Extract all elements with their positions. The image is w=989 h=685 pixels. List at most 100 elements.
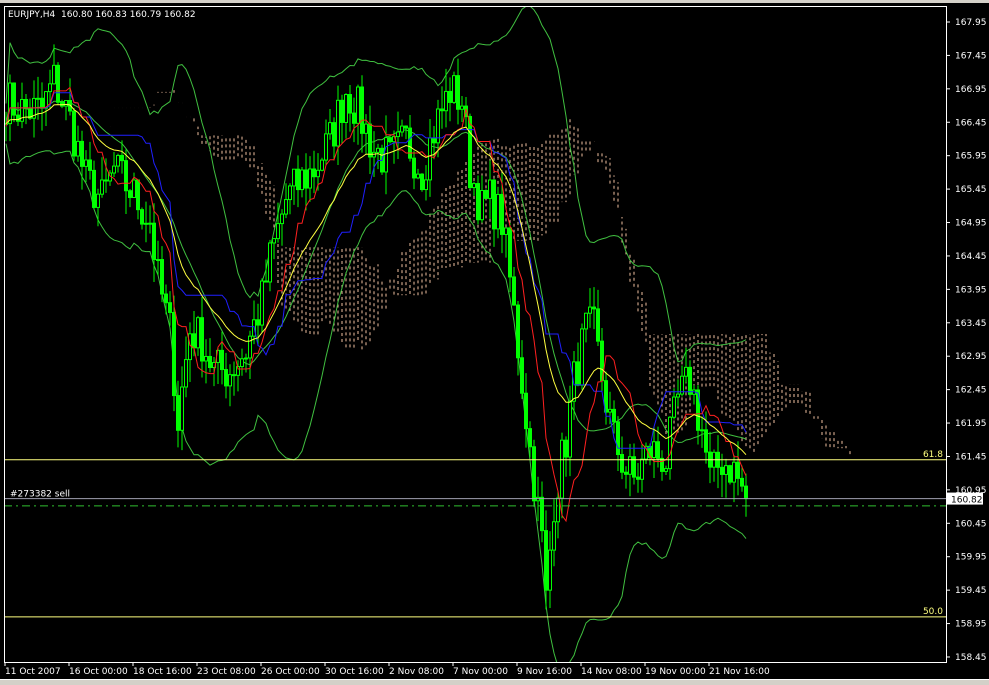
candle-body	[300, 169, 304, 191]
candle-body	[508, 227, 512, 278]
candle-body	[336, 99, 340, 147]
candle-body	[224, 369, 228, 387]
candle-body	[248, 335, 252, 359]
candle-body	[340, 99, 344, 123]
candle-body	[688, 366, 692, 395]
candle-body	[192, 333, 196, 349]
candle-body	[388, 137, 392, 143]
time-tick-label: 23 Oct 08:00	[197, 667, 256, 677]
candle-body	[328, 122, 332, 135]
candle-body	[616, 421, 620, 456]
candle-body	[412, 157, 416, 179]
candle-body	[16, 114, 20, 122]
time-tick-label: 19 Nov 00:00	[645, 667, 706, 677]
candle-body	[516, 304, 520, 359]
candle-body	[564, 439, 568, 458]
candle-body	[120, 154, 124, 162]
price-tick-label: 163.45	[955, 319, 987, 329]
candle-body	[452, 75, 456, 103]
candle-body	[296, 168, 300, 191]
candle-body	[476, 183, 480, 221]
price-tick-label: 166.95	[955, 85, 987, 95]
candle-body	[440, 108, 444, 112]
time-tick-label: 9 Nov 16:00	[517, 667, 572, 677]
candle-body	[76, 140, 80, 157]
candle-body	[740, 477, 744, 487]
fibo-50.0-label: 50.0	[923, 607, 943, 617]
candle-body	[92, 169, 96, 208]
candle-body	[64, 100, 68, 107]
candle-body	[72, 110, 76, 157]
candle-body	[460, 105, 464, 110]
candle-body	[88, 159, 92, 171]
price-tick-label: 162.95	[955, 352, 987, 362]
candle-body	[544, 530, 548, 591]
price-tick-label: 159.45	[955, 586, 987, 596]
candle-body	[208, 355, 212, 369]
candle-body	[304, 169, 308, 189]
candle-body	[116, 154, 120, 167]
candle-body	[168, 302, 172, 313]
candle-body	[700, 429, 704, 432]
candle-body	[540, 496, 544, 532]
candle-body	[352, 112, 356, 124]
candle-body	[676, 393, 680, 398]
candle-body	[112, 165, 116, 174]
candle-body	[404, 125, 408, 129]
candle-body	[232, 374, 236, 377]
candle-body	[480, 189, 484, 221]
candle-body	[576, 361, 580, 386]
candle-body	[140, 209, 144, 225]
price-chart[interactable]: 61.8 50.0 #273382 sell 167.95 167.45 166.95 16…	[0, 0, 989, 684]
candle-body	[428, 137, 432, 181]
bollinger-lower-line	[5, 143, 747, 662]
candle-body	[672, 396, 676, 418]
candle-body	[272, 238, 276, 244]
price-tick-label: 164.95	[955, 219, 987, 229]
candle-body	[420, 173, 424, 191]
candle-body	[596, 308, 600, 342]
candle-body	[36, 97, 40, 100]
fibo-61.8-label: 61.8	[923, 450, 943, 460]
candle-body	[568, 400, 572, 458]
candle-body	[720, 466, 724, 475]
candle-body	[660, 457, 664, 472]
candle-body	[684, 366, 688, 377]
candle-body	[104, 179, 108, 182]
candle-body	[356, 86, 360, 124]
candle-body	[48, 83, 52, 93]
candle-body	[344, 94, 348, 123]
candle-body	[200, 317, 204, 362]
price-tick-label: 160.45	[955, 519, 987, 529]
candle-body	[80, 140, 84, 167]
candle-body	[204, 355, 208, 362]
candle-body	[532, 446, 536, 502]
candle-body	[728, 465, 732, 483]
candle-body	[220, 349, 224, 371]
candle-body	[724, 465, 728, 475]
candle-body	[592, 306, 596, 310]
candle-body	[408, 127, 412, 159]
plot-area	[4, 6, 851, 662]
candle-body	[320, 159, 324, 171]
price-tick-label: 167.95	[955, 18, 987, 28]
candle-body	[176, 395, 180, 431]
candle-body	[548, 549, 552, 591]
candle-body	[612, 408, 616, 423]
price-tick-label: 161.95	[955, 419, 987, 429]
price-tick-label: 165.45	[955, 185, 987, 195]
candle-body	[584, 312, 588, 330]
candle-body	[196, 317, 200, 349]
candle-body	[504, 227, 508, 235]
price-tick-label: 166.45	[955, 118, 987, 128]
candle-body	[580, 328, 584, 386]
candle-body	[552, 521, 556, 551]
candle-body	[292, 168, 296, 187]
candle-body	[52, 64, 56, 85]
price-tick-label: 164.45	[955, 252, 987, 262]
chart-tab-bar[interactable]	[0, 679, 989, 685]
candle-body	[484, 189, 488, 199]
candle-body	[100, 179, 104, 195]
candle-body	[668, 416, 672, 470]
candle-body	[180, 386, 184, 431]
